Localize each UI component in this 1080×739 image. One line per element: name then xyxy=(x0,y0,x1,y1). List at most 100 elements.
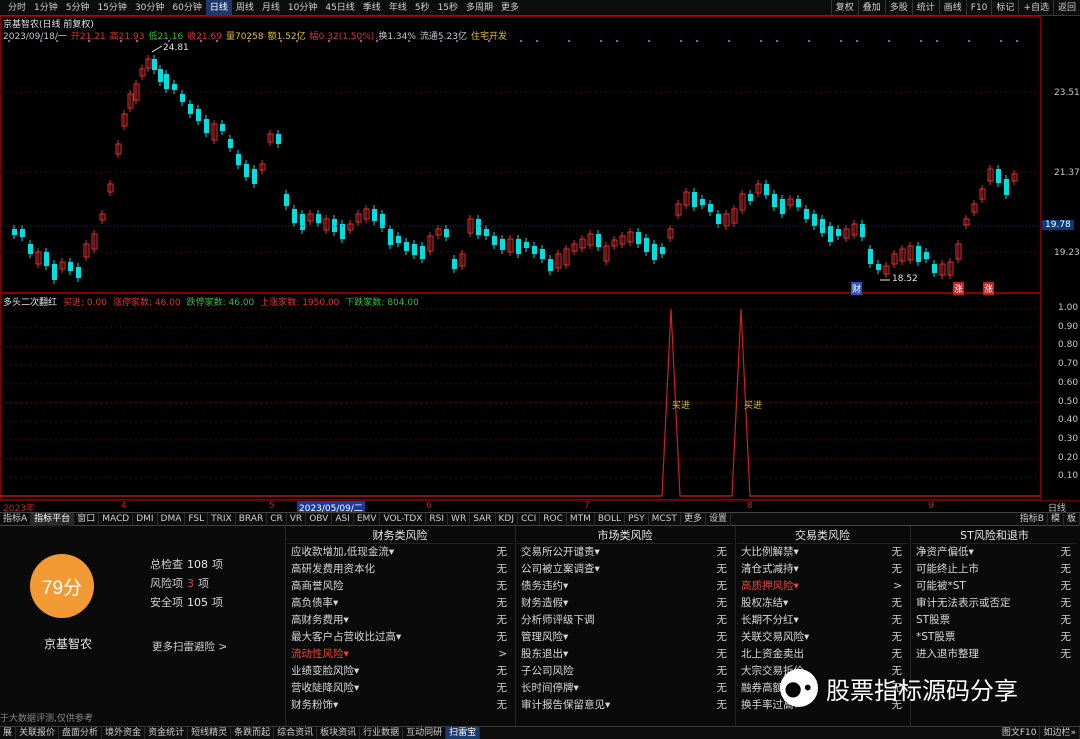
bottom-tab[interactable]: 条跌而起 xyxy=(231,727,275,739)
bottom-tab[interactable]: 资金统计 xyxy=(145,727,189,739)
period-tab[interactable]: 周线 xyxy=(232,0,258,16)
bottom-tab[interactable]: 短线精灵 xyxy=(188,727,232,739)
indicator-tab[interactable]: CCI xyxy=(518,512,541,526)
risk-item-row[interactable]: 子公司风险 无 xyxy=(517,663,733,680)
indicator-tab[interactable]: BRAR xyxy=(236,512,268,526)
period-tab[interactable]: 季线 xyxy=(359,0,385,16)
indicator-tab[interactable]: TRIX xyxy=(208,512,236,526)
bottom-tab-right[interactable]: 如边栏» xyxy=(1040,727,1080,739)
limit-up-marker[interactable]: 涨 xyxy=(983,282,995,295)
risk-item-row[interactable]: 业绩变脸风险▾ 无 xyxy=(287,663,513,680)
risk-item-row[interactable]: 进入退市整理 无 xyxy=(912,646,1077,663)
risk-item-row[interactable]: 股权冻结▾ 无 xyxy=(737,595,908,612)
risk-item-row[interactable]: 可能终止上市 无 xyxy=(912,561,1077,578)
indicator-tab[interactable]: SAR xyxy=(470,512,496,526)
bottom-tab[interactable]: 境外资金 xyxy=(102,727,146,739)
indicator-tab[interactable]: 指标A xyxy=(0,512,32,526)
tool-button[interactable]: 标记 xyxy=(991,0,1018,16)
risk-item-row[interactable]: 债务违约▾ 无 xyxy=(517,578,733,595)
risk-item-row[interactable]: 财务造假▾ 无 xyxy=(517,595,733,612)
indicator-tab[interactable]: 指标平台 xyxy=(31,512,75,526)
bottom-tab[interactable]: 行业数据 xyxy=(360,727,404,739)
period-tab[interactable]: 年线 xyxy=(385,0,411,16)
risk-item-row[interactable]: 高研发费用资本化 无 xyxy=(287,561,513,578)
tool-button[interactable]: 返回 xyxy=(1052,0,1080,16)
risk-item-row[interactable]: 清仓式减持▾ 无 xyxy=(737,561,908,578)
indicator-tab[interactable]: 窗口 xyxy=(74,512,100,526)
risk-item-row[interactable]: 关联交易风险▾ 无 xyxy=(737,629,908,646)
indicator-tab[interactable]: BOLL xyxy=(595,512,626,526)
indicator-tab[interactable]: MCST xyxy=(649,512,681,526)
tool-button[interactable]: 叠加 xyxy=(857,0,885,16)
indicator-name[interactable]: 多头二次翻红 xyxy=(3,295,57,308)
risk-item-row[interactable]: 长时间停牌▾ 无 xyxy=(517,680,733,697)
indicator-tab-right[interactable]: 板 xyxy=(1064,512,1080,526)
limit-up-marker[interactable]: 涨 xyxy=(953,282,965,295)
period-tab[interactable]: 1分钟 xyxy=(30,0,62,16)
risk-item-row[interactable]: 股东退出▾ 无 xyxy=(517,646,733,663)
indicator-tab[interactable]: VR xyxy=(287,512,307,526)
bottom-tab[interactable]: 展 xyxy=(0,727,17,739)
risk-item-row[interactable]: 高财务费用▾ 无 xyxy=(287,612,513,629)
risk-item-row[interactable]: 管理风险▾ 无 xyxy=(517,629,733,646)
risk-item-row[interactable]: 审计报告保留意见▾ 无 xyxy=(517,697,733,714)
indicator-tab[interactable]: WR xyxy=(448,512,471,526)
tool-button[interactable]: F10 xyxy=(965,0,992,16)
more-scan-link[interactable]: 更多扫雷避险 > xyxy=(152,639,227,654)
risk-item-row[interactable]: ST股票 无 xyxy=(912,612,1077,629)
indicator-tab[interactable]: MACD xyxy=(99,512,134,526)
indicator-tab[interactable]: ASI xyxy=(332,512,354,526)
bottom-tab[interactable]: 扫雷宝 xyxy=(446,727,481,739)
finance-marker[interactable]: 财 xyxy=(851,282,863,295)
bottom-tab-right[interactable]: 图文F10 xyxy=(999,727,1041,739)
period-tab[interactable]: 5分钟 xyxy=(62,0,94,16)
indicator-tab[interactable]: KDJ xyxy=(496,512,518,526)
indicator-tab[interactable]: RSI xyxy=(426,512,449,526)
indicator-tab-right[interactable]: 指标B xyxy=(1017,512,1048,526)
indicator-tab[interactable]: ROC xyxy=(540,512,567,526)
period-tab[interactable]: 15秒 xyxy=(434,0,462,16)
chart-area[interactable]: 京基智农(日线 前复权) 2023/09/18/一 开21.21 高21.93 … xyxy=(0,16,1080,514)
tool-button[interactable]: +自选 xyxy=(1018,0,1053,16)
bottom-tab[interactable]: 盘面分析 xyxy=(59,727,103,739)
risk-item-row[interactable]: 应收款增加,低现金流▾ 无 xyxy=(287,544,513,561)
risk-item-row[interactable]: 大比例解禁▾ 无 xyxy=(737,544,908,561)
period-tab[interactable]: 更多 xyxy=(497,0,523,16)
indicator-tab[interactable]: DMA xyxy=(158,512,186,526)
indicator-tab[interactable]: DMI xyxy=(133,512,158,526)
tool-button[interactable]: 复权 xyxy=(830,0,858,16)
risk-item-row[interactable]: 长期不分红▾ 无 xyxy=(737,612,908,629)
indicator-tab[interactable]: 设置 xyxy=(706,512,731,526)
period-tab[interactable]: 多周期 xyxy=(462,0,497,16)
risk-item-row[interactable]: 高质押风险▾ > xyxy=(737,578,908,595)
risk-item-row[interactable]: 流动性风险▾ > xyxy=(287,646,513,663)
risk-item-row[interactable]: 分析师评级下调 无 xyxy=(517,612,733,629)
bottom-tab[interactable]: 板块资讯 xyxy=(317,727,361,739)
risk-item-row[interactable]: 净资产偏低▾ 无 xyxy=(912,544,1077,561)
tool-button[interactable]: 多股 xyxy=(884,0,912,16)
risk-item-row[interactable]: 财务粉饰▾ 无 xyxy=(287,697,513,714)
indicator-tab[interactable]: MTM xyxy=(567,512,595,526)
risk-item-row[interactable]: 公司被立案调查▾ 无 xyxy=(517,561,733,578)
indicator-tab[interactable]: FSL xyxy=(185,512,209,526)
bottom-tab[interactable]: 综合资讯 xyxy=(274,727,318,739)
period-tab[interactable]: 5秒 xyxy=(411,0,434,16)
indicator-tab[interactable]: 更多 xyxy=(681,512,706,526)
period-tab[interactable]: 15分钟 xyxy=(93,0,130,16)
indicator-tab[interactable]: OBV xyxy=(306,512,333,526)
risk-item-row[interactable]: 交易所公开谴责▾ 无 xyxy=(517,544,733,561)
indicator-tab[interactable]: EMV xyxy=(354,512,381,526)
risk-item-row[interactable]: 北上资金卖出 无 xyxy=(737,646,908,663)
risk-item-row[interactable]: 高负债率▾ 无 xyxy=(287,595,513,612)
tool-button[interactable]: 统计 xyxy=(911,0,939,16)
period-tab[interactable]: 分时 xyxy=(4,0,30,16)
risk-item-row[interactable]: 审计无法表示或否定 无 xyxy=(912,595,1077,612)
period-tab[interactable]: 日线 xyxy=(205,0,232,16)
tool-button[interactable]: 画线 xyxy=(938,0,966,16)
period-tab[interactable]: 45日线 xyxy=(321,0,358,16)
period-tab[interactable]: 30分钟 xyxy=(131,0,168,16)
period-tab[interactable]: 10分钟 xyxy=(284,0,321,16)
risk-item-row[interactable]: 可能被*ST 无 xyxy=(912,578,1077,595)
bottom-tab[interactable]: 互动同研 xyxy=(403,727,447,739)
indicator-tab[interactable]: CR xyxy=(267,512,287,526)
